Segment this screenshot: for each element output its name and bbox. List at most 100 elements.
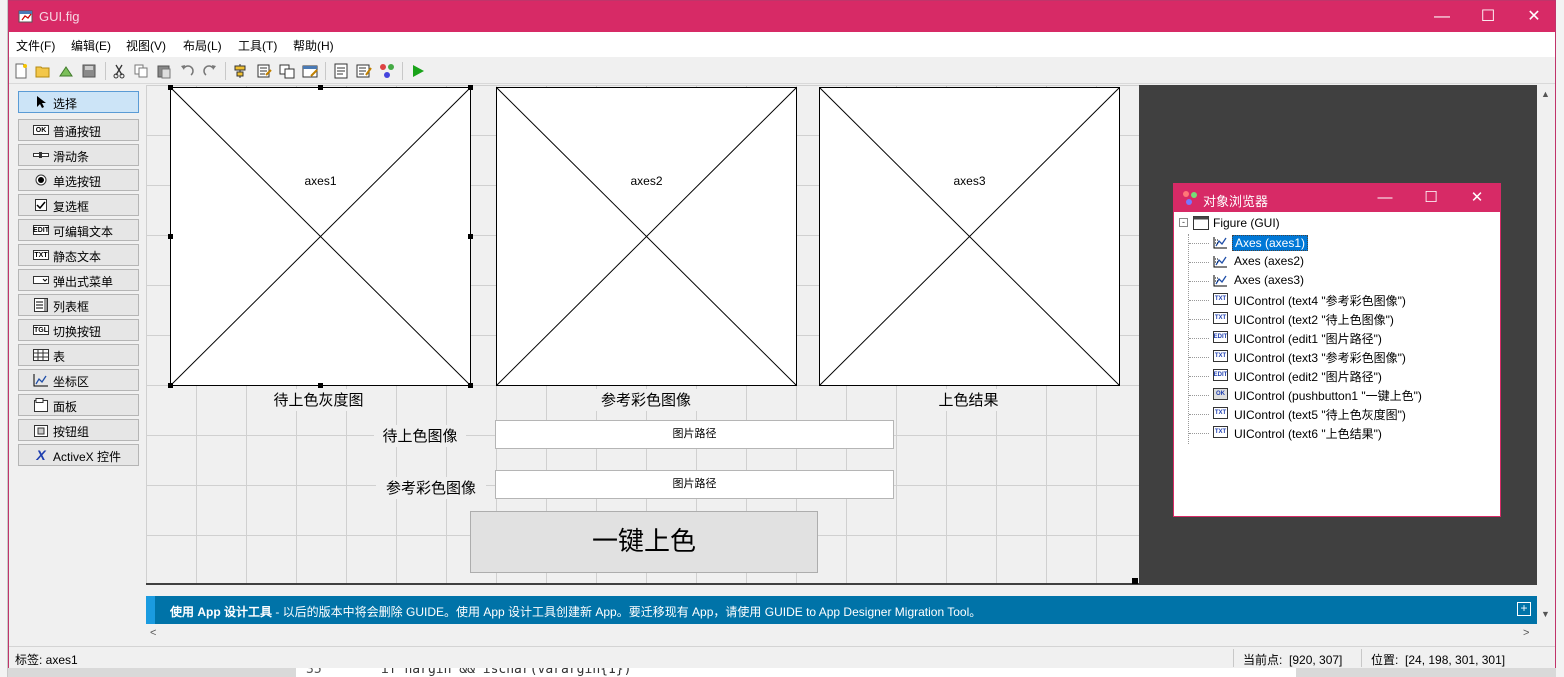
save-icon[interactable] — [79, 61, 99, 81]
scroll-left-icon[interactable]: < — [150, 627, 156, 639]
palette-slider[interactable]: 滑动条 — [18, 144, 139, 166]
ob-close-button[interactable]: ✕ — [1454, 184, 1500, 212]
cut-icon[interactable] — [109, 61, 129, 81]
selection-handle[interactable] — [168, 234, 173, 239]
align-icon[interactable] — [230, 61, 250, 81]
placeholder-cross-icon — [497, 88, 796, 385]
table-icon — [33, 348, 49, 362]
popup-menu-icon — [33, 273, 49, 287]
tab-order-icon[interactable] — [277, 61, 297, 81]
tree-guide-line — [1189, 395, 1209, 396]
panel-icon — [33, 398, 49, 412]
palette-activex[interactable]: X ActiveX 控件 — [18, 444, 139, 466]
text5-gray-caption[interactable]: 待上色灰度图 — [256, 389, 381, 411]
close-button[interactable]: ✕ — [1511, 1, 1557, 32]
palette-label: 可编辑文本 — [53, 225, 114, 239]
text4-ref-caption[interactable]: 参考彩色图像 — [586, 389, 706, 411]
menu-help[interactable]: 帮助(H) — [293, 37, 334, 54]
edit-text-icon: EDIT — [1213, 369, 1228, 381]
static-text-icon: TXT — [1213, 312, 1228, 324]
status-position: 位置: [24, 198, 301, 301] — [1371, 651, 1505, 668]
menu-view[interactable]: 视图(V) — [126, 37, 166, 54]
palette-axes[interactable]: 坐标区 — [18, 369, 139, 391]
notification-link[interactable]: 使用 App 设计工具 — [170, 605, 272, 619]
axes1[interactable]: axes1 — [170, 87, 471, 386]
editor-icon[interactable] — [331, 61, 351, 81]
palette-pushbutton[interactable]: OK 普通按钮 — [18, 119, 139, 141]
palette-label: 普通按钮 — [53, 125, 102, 139]
new-file-icon[interactable] — [11, 61, 31, 81]
selection-handle[interactable] — [168, 85, 173, 90]
palette-label: 面板 — [53, 400, 78, 414]
static-text-icon: TXT — [1213, 293, 1228, 305]
palette-checkbox[interactable]: 复选框 — [18, 194, 139, 216]
selection-handle[interactable] — [318, 85, 323, 90]
scroll-up-icon[interactable]: ▲ — [1541, 89, 1550, 99]
ob-minimize-button[interactable]: ― — [1362, 184, 1408, 212]
palette-edit-text[interactable]: EDIT 可编辑文本 — [18, 219, 139, 241]
object-browser-title: 对象浏览器 — [1203, 194, 1269, 209]
undo-icon[interactable] — [177, 61, 197, 81]
menu-layout[interactable]: 布局(L) — [183, 37, 222, 54]
selection-handle[interactable] — [468, 85, 473, 90]
palette-table[interactable]: 表 — [18, 344, 139, 366]
menu-edit[interactable]: 编辑(E) — [71, 37, 111, 54]
palette-label: 滑动条 — [53, 150, 90, 164]
palette-static-text[interactable]: TXT 静态文本 — [18, 244, 139, 266]
axes-icon — [1213, 236, 1228, 248]
ob-maximize-button[interactable]: ☐ — [1408, 184, 1454, 212]
edit-text-icon: EDIT — [1213, 331, 1228, 343]
tree-guide-line — [1189, 433, 1209, 434]
axes2[interactable]: axes2 — [496, 87, 797, 386]
text3-ref-label[interactable]: 参考彩色图像 — [376, 477, 486, 499]
axes3[interactable]: axes3 — [819, 87, 1120, 386]
palette-panel[interactable]: 面板 — [18, 394, 139, 416]
palette-radio[interactable]: 单选按钮 — [18, 169, 139, 191]
palette-label: 列表框 — [53, 300, 90, 314]
selection-handle[interactable] — [468, 383, 473, 388]
vertical-scrollbar[interactable]: ▲ ▼ — [1537, 85, 1555, 623]
collapse-icon[interactable]: - — [1179, 218, 1188, 227]
figure-resize-handle[interactable] — [1132, 578, 1138, 584]
palette-pointer[interactable]: 选择 — [18, 91, 139, 113]
menu-tools[interactable]: 工具(T) — [238, 37, 277, 54]
toolbar-editor-icon[interactable] — [300, 61, 320, 81]
axes-tag: axes2 — [630, 174, 663, 188]
paste-icon[interactable] — [154, 61, 174, 81]
copy-icon[interactable] — [131, 61, 151, 81]
object-browser-icon[interactable] — [377, 61, 397, 81]
pushbutton-icon: OK — [33, 125, 49, 135]
minimize-button[interactable]: ― — [1419, 1, 1465, 32]
open-folder-icon[interactable] — [33, 61, 53, 81]
figure-grid[interactable]: axes1 axes2 axes3 待上色灰度图 参考彩色图像 上色结果 待上色… — [146, 85, 1139, 584]
selection-handle[interactable] — [318, 383, 323, 388]
pointer-icon — [33, 95, 49, 109]
background-window-edge — [1556, 0, 1564, 677]
scroll-down-icon[interactable]: ▼ — [1541, 609, 1550, 619]
save-as-icon[interactable] — [56, 61, 76, 81]
edit1-path-field[interactable]: 图片路径 — [495, 420, 894, 449]
run-icon[interactable] — [408, 61, 428, 81]
palette-listbox[interactable]: 列表框 — [18, 294, 139, 316]
palette-button-group[interactable]: 按钮组 — [18, 419, 139, 441]
pushbutton1-colorize-button[interactable]: 一键上色 — [470, 511, 818, 573]
expand-icon[interactable]: + — [1517, 602, 1531, 616]
selection-handle[interactable] — [168, 383, 173, 388]
scroll-right-icon[interactable]: > — [1523, 627, 1529, 639]
selection-handle[interactable] — [468, 234, 473, 239]
text2-gray-label[interactable]: 待上色图像 — [374, 425, 466, 447]
menu-file[interactable]: 文件(F) — [16, 37, 55, 54]
horizontal-scrollbar[interactable]: < > — [146, 625, 1537, 642]
property-inspector-icon[interactable] — [354, 61, 374, 81]
matlab-figure-icon — [18, 10, 33, 23]
palette-popup-menu[interactable]: 弹出式菜单 — [18, 269, 139, 291]
maximize-button[interactable]: ☐ — [1465, 1, 1511, 32]
edit2-path-field[interactable]: 图片路径 — [495, 470, 894, 499]
menu-editor-icon[interactable] — [254, 61, 274, 81]
text6-result-caption[interactable]: 上色结果 — [921, 389, 1016, 411]
palette-toggle-button[interactable]: TGL 切换按钮 — [18, 319, 139, 341]
tree-guide-line — [1189, 243, 1209, 244]
redo-icon[interactable] — [200, 61, 220, 81]
position-value: [24, 198, 301, 301] — [1405, 653, 1506, 667]
menu-bar: 文件(F) 编辑(E) 视图(V) 布局(L) 工具(T) 帮助(H) — [9, 32, 1555, 57]
